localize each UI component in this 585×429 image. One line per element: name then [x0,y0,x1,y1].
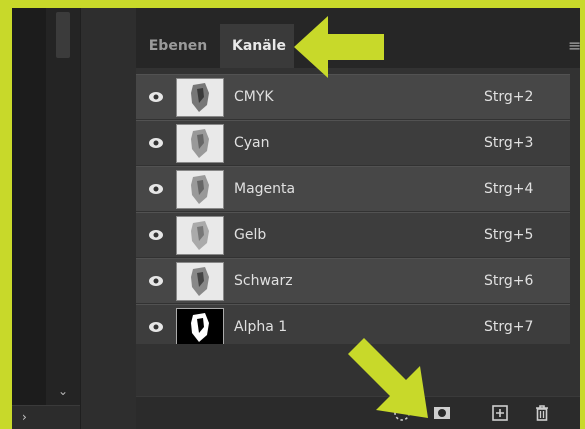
channel-row-cyan[interactable]: Cyan Strg+3 [136,120,570,165]
menu-icon[interactable]: ≡ [568,36,580,55]
channel-list: CMYK Strg+2 Cyan Strg+3 Magenta Strg+4 G… [136,74,570,350]
channel-name: Magenta [234,181,296,197]
channel-name: Alpha 1 [234,319,288,335]
chevron-down-icon[interactable]: ⌄ [50,384,76,402]
scrollbar-thumb[interactable] [56,12,70,58]
channel-name: Schwarz [234,273,293,289]
eye-icon[interactable] [148,181,164,197]
channel-shortcut: Strg+5 [484,227,534,243]
channel-thumbnail [176,124,224,163]
channel-row-gelb[interactable]: Gelb Strg+5 [136,212,570,257]
channel-shortcut: Strg+2 [484,89,534,105]
plus-square-icon[interactable] [490,403,510,423]
channel-thumbnail [176,216,224,255]
left-dock-footer: › [12,405,80,429]
channel-thumbnail [176,308,224,347]
channel-shortcut: Strg+3 [484,135,534,151]
left-dock: ⌄ [46,8,80,429]
eye-icon[interactable] [148,319,164,335]
left-toolbar [12,8,46,429]
channel-name: Gelb [234,227,267,243]
callout-arrow-left [294,16,384,78]
eye-icon[interactable] [148,135,164,151]
eye-icon[interactable] [148,89,164,105]
tab-ebenen[interactable]: Ebenen [140,24,216,68]
channel-thumbnail [176,170,224,209]
channel-thumbnail [176,78,224,117]
channel-shortcut: Strg+6 [484,273,534,289]
channel-shortcut: Strg+4 [484,181,534,197]
channel-thumbnail [176,262,224,301]
panel-strip [80,8,137,429]
channel-name: CMYK [234,89,274,105]
channel-name: Cyan [234,135,270,151]
eye-icon[interactable] [148,227,164,243]
channel-row-magenta[interactable]: Magenta Strg+4 [136,166,570,211]
channel-row-cmyk[interactable]: CMYK Strg+2 [136,74,570,119]
channel-shortcut: Strg+7 [484,319,534,335]
tab-kanaele[interactable]: Kanäle [220,24,294,68]
chevron-right-icon[interactable]: › [22,410,27,424]
callout-arrow-down-right [348,338,428,418]
trash-icon[interactable] [532,403,552,423]
channel-row-schwarz[interactable]: Schwarz Strg+6 [136,258,570,303]
eye-icon[interactable] [148,273,164,289]
